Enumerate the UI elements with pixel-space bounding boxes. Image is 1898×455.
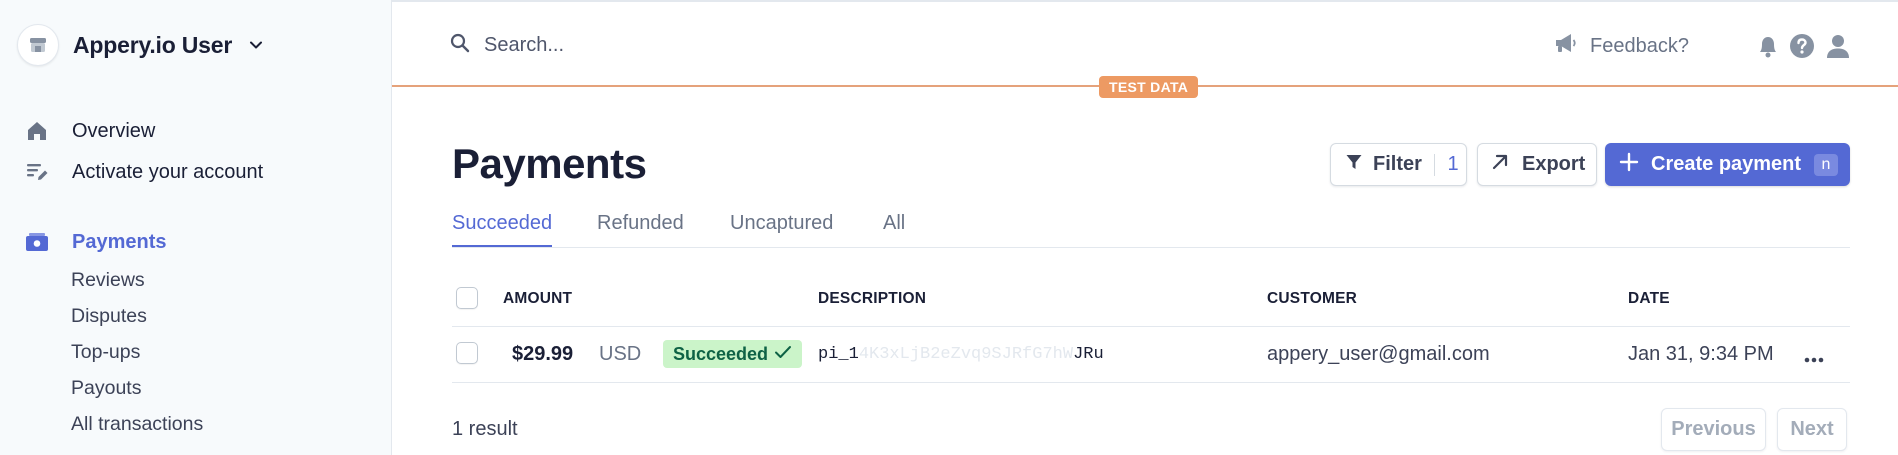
home-icon xyxy=(24,118,50,144)
column-header-customer: CUSTOMER xyxy=(1267,290,1358,307)
filter-divider xyxy=(1434,154,1435,176)
row-checkbox[interactable] xyxy=(456,342,478,364)
result-count: 1 result xyxy=(452,418,518,440)
column-header-description: DESCRIPTION xyxy=(818,290,927,307)
more-options-icon[interactable] xyxy=(1804,350,1824,368)
store-icon xyxy=(17,24,59,66)
description-visible-end: JRu xyxy=(1073,345,1104,364)
feedback-button[interactable]: Feedback? xyxy=(1554,28,1689,64)
next-page-button[interactable]: Next xyxy=(1777,408,1847,451)
test-data-badge: TEST DATA xyxy=(1099,76,1199,98)
filter-count-badge: 1 xyxy=(1447,153,1459,175)
tab-all[interactable]: All xyxy=(883,212,905,245)
status-label: Succeeded xyxy=(673,343,769,364)
export-button[interactable]: Export xyxy=(1477,143,1597,186)
keyboard-shortcut-badge: n xyxy=(1814,154,1838,176)
description-visible-start: pi_1 xyxy=(818,345,859,364)
checkmark-icon xyxy=(774,344,792,365)
sidebar: Appery.io User Overview Activate your ac… xyxy=(0,0,392,455)
sidebar-item-overview[interactable]: Overview xyxy=(24,116,155,146)
sidebar-item-activate-account[interactable]: Activate your account xyxy=(24,157,263,187)
previous-page-button[interactable]: Previous xyxy=(1661,408,1766,451)
export-label: Export xyxy=(1522,153,1586,175)
payment-currency: USD xyxy=(599,343,642,365)
create-payment-label: Create payment xyxy=(1651,153,1802,175)
payment-description: pi_14K3xLjB2eZvq9SJRfG7hWJRu xyxy=(818,345,1104,364)
payments-icon xyxy=(24,229,50,255)
sidebar-item-payments[interactable]: Payments xyxy=(24,227,167,257)
account-name: Appery.io User xyxy=(73,31,233,58)
payment-status-tabs: Succeeded Refunded Uncaptured All xyxy=(452,208,1850,248)
divider xyxy=(452,326,1850,327)
checklist-edit-icon xyxy=(24,159,50,185)
column-header-amount: AMOUNT xyxy=(503,290,573,307)
status-badge: Succeeded xyxy=(663,340,803,368)
divider xyxy=(452,382,1850,383)
sidebar-item-payouts[interactable]: Payouts xyxy=(71,374,141,402)
bell-icon[interactable] xyxy=(1754,32,1782,60)
megaphone-icon xyxy=(1554,32,1578,60)
arrow-up-right-icon xyxy=(1490,152,1510,178)
user-icon[interactable] xyxy=(1824,32,1852,60)
page-title: Payments xyxy=(452,140,647,187)
tab-succeeded[interactable]: Succeeded xyxy=(452,212,553,247)
payment-date: Jan 31, 9:34 PM xyxy=(1628,343,1774,365)
filter-icon xyxy=(1345,153,1363,177)
account-switcher[interactable]: Appery.io User xyxy=(17,24,264,66)
column-header-date: DATE xyxy=(1628,290,1670,307)
tab-refunded[interactable]: Refunded xyxy=(597,212,684,245)
sidebar-item-all-transactions[interactable]: All transactions xyxy=(71,410,203,438)
search-icon xyxy=(450,33,470,58)
create-payment-button[interactable]: Create payment n xyxy=(1605,143,1850,186)
customer-email: appery_user@gmail.com xyxy=(1267,343,1490,365)
plus-icon xyxy=(1619,152,1639,178)
filter-label: Filter xyxy=(1373,153,1422,175)
help-icon[interactable] xyxy=(1788,32,1816,60)
sidebar-item-label: Payments xyxy=(72,230,167,253)
payment-amount: $29.99 xyxy=(512,343,574,365)
feedback-label: Feedback? xyxy=(1590,34,1689,57)
select-all-checkbox[interactable] xyxy=(456,287,478,309)
sidebar-item-reviews[interactable]: Reviews xyxy=(71,266,145,294)
chevron-down-icon xyxy=(248,37,264,53)
search-bar[interactable] xyxy=(450,30,1050,60)
sidebar-item-label: Activate your account xyxy=(72,160,264,183)
search-input[interactable] xyxy=(484,33,984,57)
top-header: Feedback? xyxy=(392,0,1898,87)
sidebar-item-top-ups[interactable]: Top-ups xyxy=(71,338,140,366)
sidebar-item-disputes[interactable]: Disputes xyxy=(71,302,147,330)
description-redacted: 4K3xLjB2eZvq9SJRfG7hW xyxy=(858,345,1074,364)
tab-uncaptured[interactable]: Uncaptured xyxy=(730,212,833,245)
filter-button[interactable]: Filter 1 xyxy=(1330,143,1467,186)
sidebar-item-label: Overview xyxy=(72,119,156,142)
